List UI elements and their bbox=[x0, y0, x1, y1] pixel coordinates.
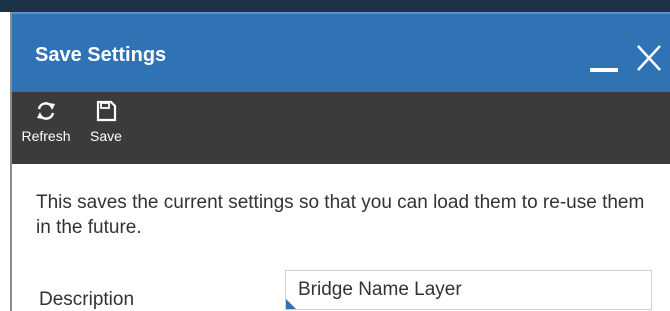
save-button[interactable]: Save bbox=[84, 100, 128, 144]
field-corner-indicator bbox=[286, 299, 296, 309]
minimize-button[interactable] bbox=[590, 68, 618, 72]
toolbar: Refresh Save bbox=[12, 92, 670, 164]
save-settings-window: Save Settings Refresh Save This saves th… bbox=[12, 12, 670, 311]
close-icon bbox=[637, 45, 661, 71]
refresh-button[interactable]: Refresh bbox=[18, 100, 74, 144]
title-bar[interactable]: Save Settings bbox=[12, 12, 670, 92]
save-icon bbox=[96, 100, 117, 122]
description-label: Description bbox=[39, 289, 135, 310]
description-field[interactable] bbox=[285, 270, 652, 310]
window-title: Save Settings bbox=[35, 44, 167, 66]
refresh-label: Refresh bbox=[21, 128, 71, 144]
save-label: Save bbox=[90, 128, 122, 144]
description-input[interactable] bbox=[286, 271, 651, 309]
description-text: This saves the current settings so that … bbox=[36, 192, 645, 238]
top-strip bbox=[0, 0, 670, 12]
close-button[interactable] bbox=[630, 40, 666, 76]
refresh-icon bbox=[37, 102, 55, 120]
